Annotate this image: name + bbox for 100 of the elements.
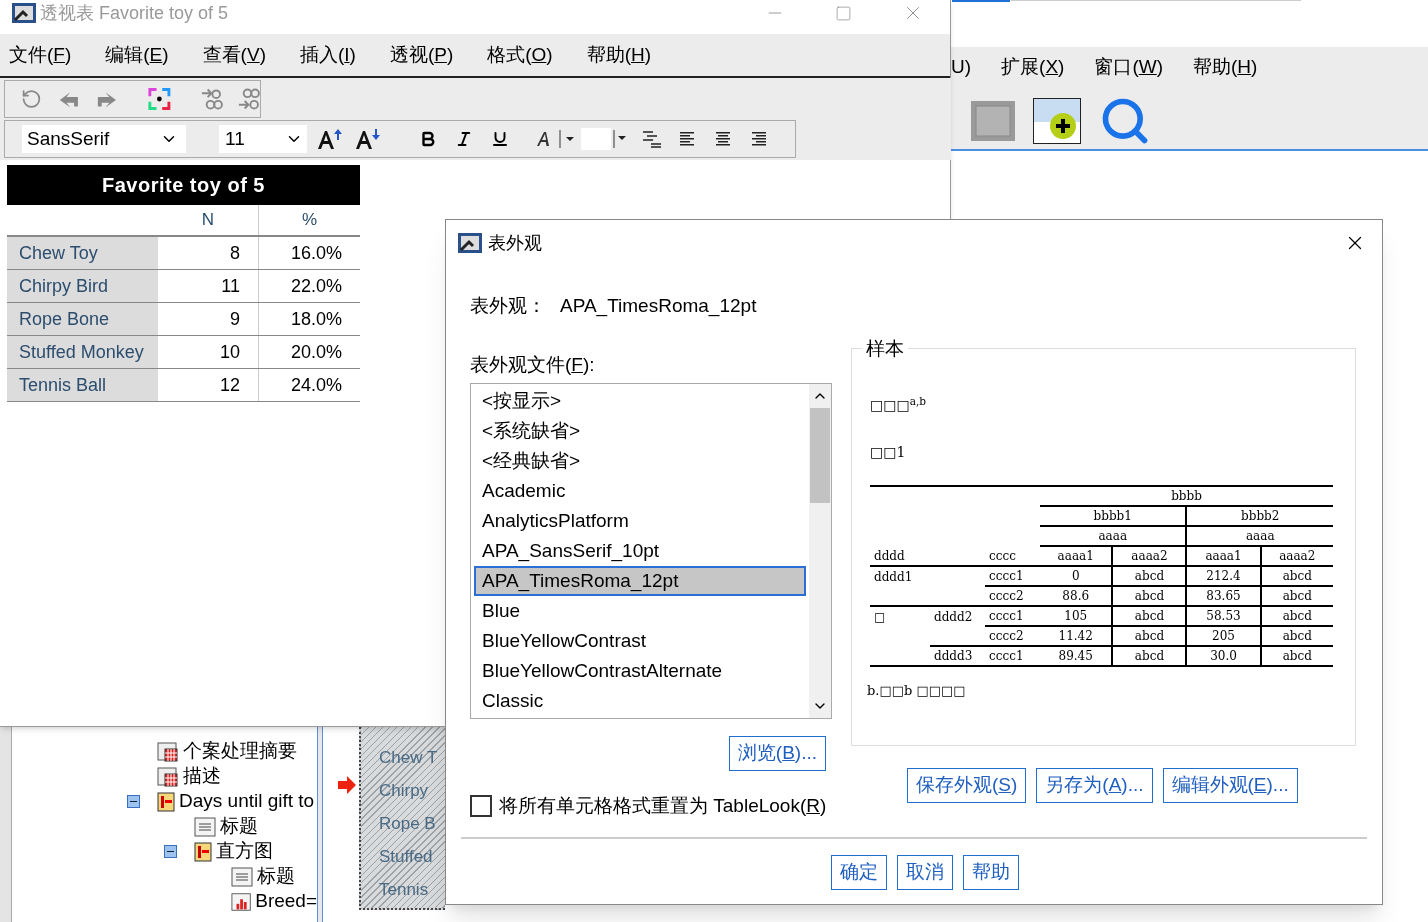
checkbox-label[interactable]: 将所有单元格格式重置为 TableLook(R): [499, 792, 827, 821]
title-icon: [231, 866, 253, 887]
sample-header: dddd: [870, 546, 985, 566]
sample-cell: 212.4: [1186, 566, 1261, 586]
sample-cell: 30.0: [1186, 646, 1261, 666]
menu-item[interactable]: 格式(O): [487, 40, 553, 70]
underline-icon[interactable]: [491, 130, 509, 148]
menu-item[interactable]: 扩展(X): [1001, 52, 1065, 82]
menu-item[interactable]: 查看(V): [202, 40, 266, 70]
menu-item[interactable]: 窗口(W): [1094, 52, 1163, 82]
sample-row-header: dddd1: [874, 569, 913, 584]
list-item[interactable]: APA_TimesRoma_12pt: [474, 566, 806, 596]
current-look: APA_TimesRoma_12pt: [560, 294, 757, 319]
reset-checkbox[interactable]: [470, 795, 492, 818]
dialog-button[interactable]: 另存为(A)...: [1036, 768, 1153, 803]
sample-header: aaaa1: [1186, 546, 1261, 566]
pivot-icon[interactable]: [147, 86, 173, 112]
font-size-dropdown[interactable]: 11: [219, 125, 307, 153]
font-grow-icon[interactable]: [317, 127, 343, 151]
sample-cell: abcd: [1112, 626, 1187, 646]
table-cell-text: 24.0%: [289, 373, 343, 397]
chart-icon: [231, 891, 252, 912]
menu-item[interactable]: U): [951, 52, 972, 82]
field-label: 表外观：: [470, 294, 546, 318]
section-icon: [157, 791, 175, 812]
align-right-icon[interactable]: [749, 130, 769, 148]
dialog-button[interactable]: 保存外观(S): [907, 768, 1027, 803]
align-center-icon[interactable]: [713, 130, 733, 148]
sample-cell: abcd: [1112, 606, 1187, 626]
sample-header: bbbb1: [1040, 506, 1187, 526]
sample-cell: abcd: [1112, 566, 1187, 586]
dialog-button[interactable]: 浏览(B)...: [728, 736, 826, 771]
sample-row-header: cccc2: [989, 629, 1024, 643]
sample-row-header: cccc2: [989, 589, 1024, 603]
list-item[interactable]: <按显示>: [474, 386, 806, 416]
dialog-title: 表外观: [488, 231, 542, 255]
indent-icon[interactable]: [641, 129, 663, 149]
redo-icon[interactable]: [21, 88, 42, 110]
menu-item[interactable]: 编辑(E): [105, 40, 169, 70]
column-header: N: [158, 205, 259, 235]
align-left-icon[interactable]: [677, 130, 697, 148]
list-item[interactable]: APA_SansSerif_10pt: [474, 536, 806, 566]
collapse-toggle[interactable]: [127, 795, 140, 808]
sample-cell: 105: [1040, 606, 1113, 626]
sample-header: aaaa2: [1260, 546, 1333, 566]
font-dropdown[interactable]: SansSerif: [22, 125, 186, 153]
row-header: Chew Toy: [7, 237, 158, 269]
list-item[interactable]: Academic: [474, 476, 806, 506]
title-icon: [194, 816, 216, 837]
bold-icon[interactable]: [419, 130, 437, 148]
table-cell: 9: [158, 303, 259, 335]
italic-icon[interactable]: [455, 130, 473, 148]
table-cell: 11: [158, 270, 259, 302]
list-item[interactable]: BlueYellowContrastAlternate: [474, 656, 806, 686]
row-header: Rope Bone: [7, 303, 158, 335]
background-color-icon[interactable]: [581, 126, 629, 152]
row-header: Chirpy Bird: [7, 270, 158, 302]
table-cell-text: 16.0%: [289, 241, 343, 265]
sample-header: aaaa: [1186, 526, 1333, 546]
menu-item[interactable]: 透视(P): [389, 40, 454, 70]
sample-cell: 0: [1040, 566, 1113, 586]
menu-item[interactable]: 文件(F): [9, 40, 72, 70]
row-header: Stuffed Monkey: [7, 336, 158, 368]
sample-footnote: b.□□b □□□□: [867, 682, 966, 700]
list-item[interactable]: BlueYellowContrast: [474, 626, 806, 656]
list-item[interactable]: AnalyticsPlatform: [474, 506, 806, 536]
dialog-button[interactable]: 取消: [897, 854, 953, 890]
arrow-icon: [337, 775, 357, 795]
add-icon[interactable]: [1033, 98, 1081, 144]
sample-cell: abcd: [1112, 646, 1187, 666]
dialog-button[interactable]: 编辑外观(E)...: [1162, 768, 1298, 803]
sample-cell: 58.53: [1186, 606, 1261, 626]
decimal-increase-icon[interactable]: [237, 87, 260, 111]
row-header: Tennis Ball: [7, 369, 158, 401]
field-label: 表外观文件(F):: [470, 352, 596, 377]
decimal-decrease-icon[interactable]: [200, 87, 224, 111]
menu-item[interactable]: 插入(I): [299, 40, 356, 70]
list-item[interactable]: <系统缺省>: [474, 416, 806, 446]
menu-item[interactable]: 帮助(H): [586, 40, 652, 70]
sample-header: bbbb: [1040, 486, 1333, 506]
collapse-toggle[interactable]: [164, 845, 177, 858]
menu-item[interactable]: 帮助(H): [1193, 52, 1258, 82]
table-icon: [157, 741, 179, 762]
column-header: %: [300, 209, 319, 232]
sample-row-header: cccc1: [989, 609, 1024, 623]
app-icon: [458, 233, 482, 253]
sample-row-header: cccc1: [989, 569, 1024, 583]
font-shrink-icon[interactable]: [355, 127, 381, 151]
list-item[interactable]: <经典缺省>: [474, 446, 806, 476]
list-item[interactable]: Blue: [474, 596, 806, 626]
dialog-button[interactable]: 确定: [831, 854, 887, 890]
scrollbar[interactable]: [809, 384, 831, 718]
dialog-button[interactable]: 帮助: [963, 854, 1019, 890]
look-list[interactable]: <按显示> <系统缺省> <经典缺省> Academic AnalyticsPlatform APA_SansSerif_10pt APA_TimesRoma_12pt Blue BlueYellowContrast BlueYellowContrastAlternate Classic: [470, 383, 832, 719]
list-item[interactable]: Classic: [474, 686, 806, 716]
sample-cell: 205: [1186, 626, 1261, 646]
sample-title: □□□$^{a,b}$: [870, 395, 927, 415]
table-cell-text: 22.0%: [289, 274, 343, 298]
preview-text: Tennis: [378, 879, 430, 901]
sample-cell: 88.6: [1040, 586, 1113, 606]
